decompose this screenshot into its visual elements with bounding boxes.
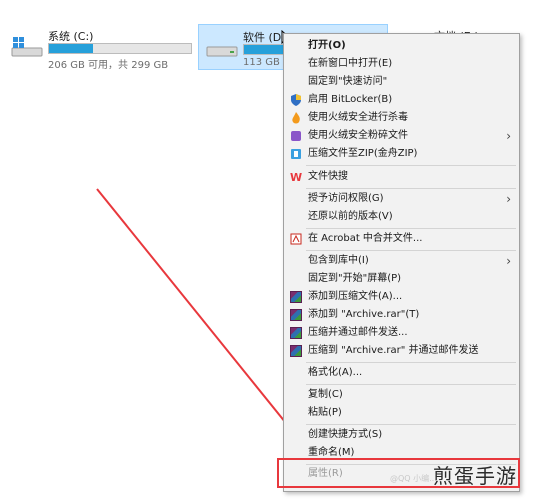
menu-item-open-new-window[interactable]: 在新窗口中打开(E) — [284, 55, 519, 73]
watermark: 煎蛋手游 — [433, 464, 517, 488]
context-menu: 打开(O) 在新窗口中打开(E) 固定到"快速访问" 启用 BitLocker(… — [283, 33, 520, 492]
menu-item-grant-access[interactable]: 授予访问权限(G) › — [284, 190, 519, 208]
wps-icon: W — [290, 171, 302, 183]
shield-icon — [291, 94, 301, 106]
submenu-arrow-icon: › — [506, 254, 511, 268]
menu-item-compress-rar-email[interactable]: 压缩到 "Archive.rar" 并通过邮件发送 — [284, 342, 519, 360]
shredder-icon — [291, 131, 301, 141]
menu-item-huorong-shred[interactable]: 使用火绒安全粉碎文件 › — [284, 127, 519, 145]
acrobat-icon — [290, 233, 302, 245]
menu-item-compress-email[interactable]: 压缩并通过邮件发送... — [284, 324, 519, 342]
menu-item-zip[interactable]: 压缩文件至ZIP(金舟ZIP) — [284, 145, 519, 163]
winrar-icon — [290, 309, 302, 321]
menu-item-pin-quick-access[interactable]: 固定到"快速访问" — [284, 73, 519, 91]
menu-item-include-library[interactable]: 包含到库中(I) › — [284, 252, 519, 270]
menu-item-file-search[interactable]: W 文件快搜 — [284, 168, 519, 186]
submenu-arrow-icon: › — [506, 129, 511, 143]
winrar-icon — [290, 291, 302, 303]
menu-item-acrobat-merge[interactable]: 在 Acrobat 中合并文件... — [284, 230, 519, 248]
menu-item-paste[interactable]: 粘贴(P) — [284, 404, 519, 422]
menu-item-open[interactable]: 打开(O) — [284, 37, 519, 55]
menu-item-huorong-scan[interactable]: 使用火绒安全进行杀毒 — [284, 109, 519, 127]
zip-icon — [291, 149, 301, 159]
watermark-sub: @QQ 小编... — [390, 474, 437, 483]
menu-item-copy[interactable]: 复制(C) — [284, 386, 519, 404]
menu-item-restore-versions[interactable]: 还原以前的版本(V) — [284, 208, 519, 226]
huorong-icon — [292, 112, 300, 124]
menu-item-format[interactable]: 格式化(A)... — [284, 364, 519, 382]
submenu-arrow-icon: › — [506, 192, 511, 206]
winrar-icon — [290, 327, 302, 339]
menu-item-bitlocker[interactable]: 启用 BitLocker(B) — [284, 91, 519, 109]
menu-item-create-shortcut[interactable]: 创建快捷方式(S) — [284, 426, 519, 444]
menu-item-add-archive[interactable]: 添加到压缩文件(A)... — [284, 288, 519, 306]
menu-item-pin-start[interactable]: 固定到"开始"屏幕(P) — [284, 270, 519, 288]
menu-item-add-archive-rar[interactable]: 添加到 "Archive.rar"(T) — [284, 306, 519, 324]
winrar-icon — [290, 345, 302, 357]
svg-text:W: W — [290, 171, 302, 183]
